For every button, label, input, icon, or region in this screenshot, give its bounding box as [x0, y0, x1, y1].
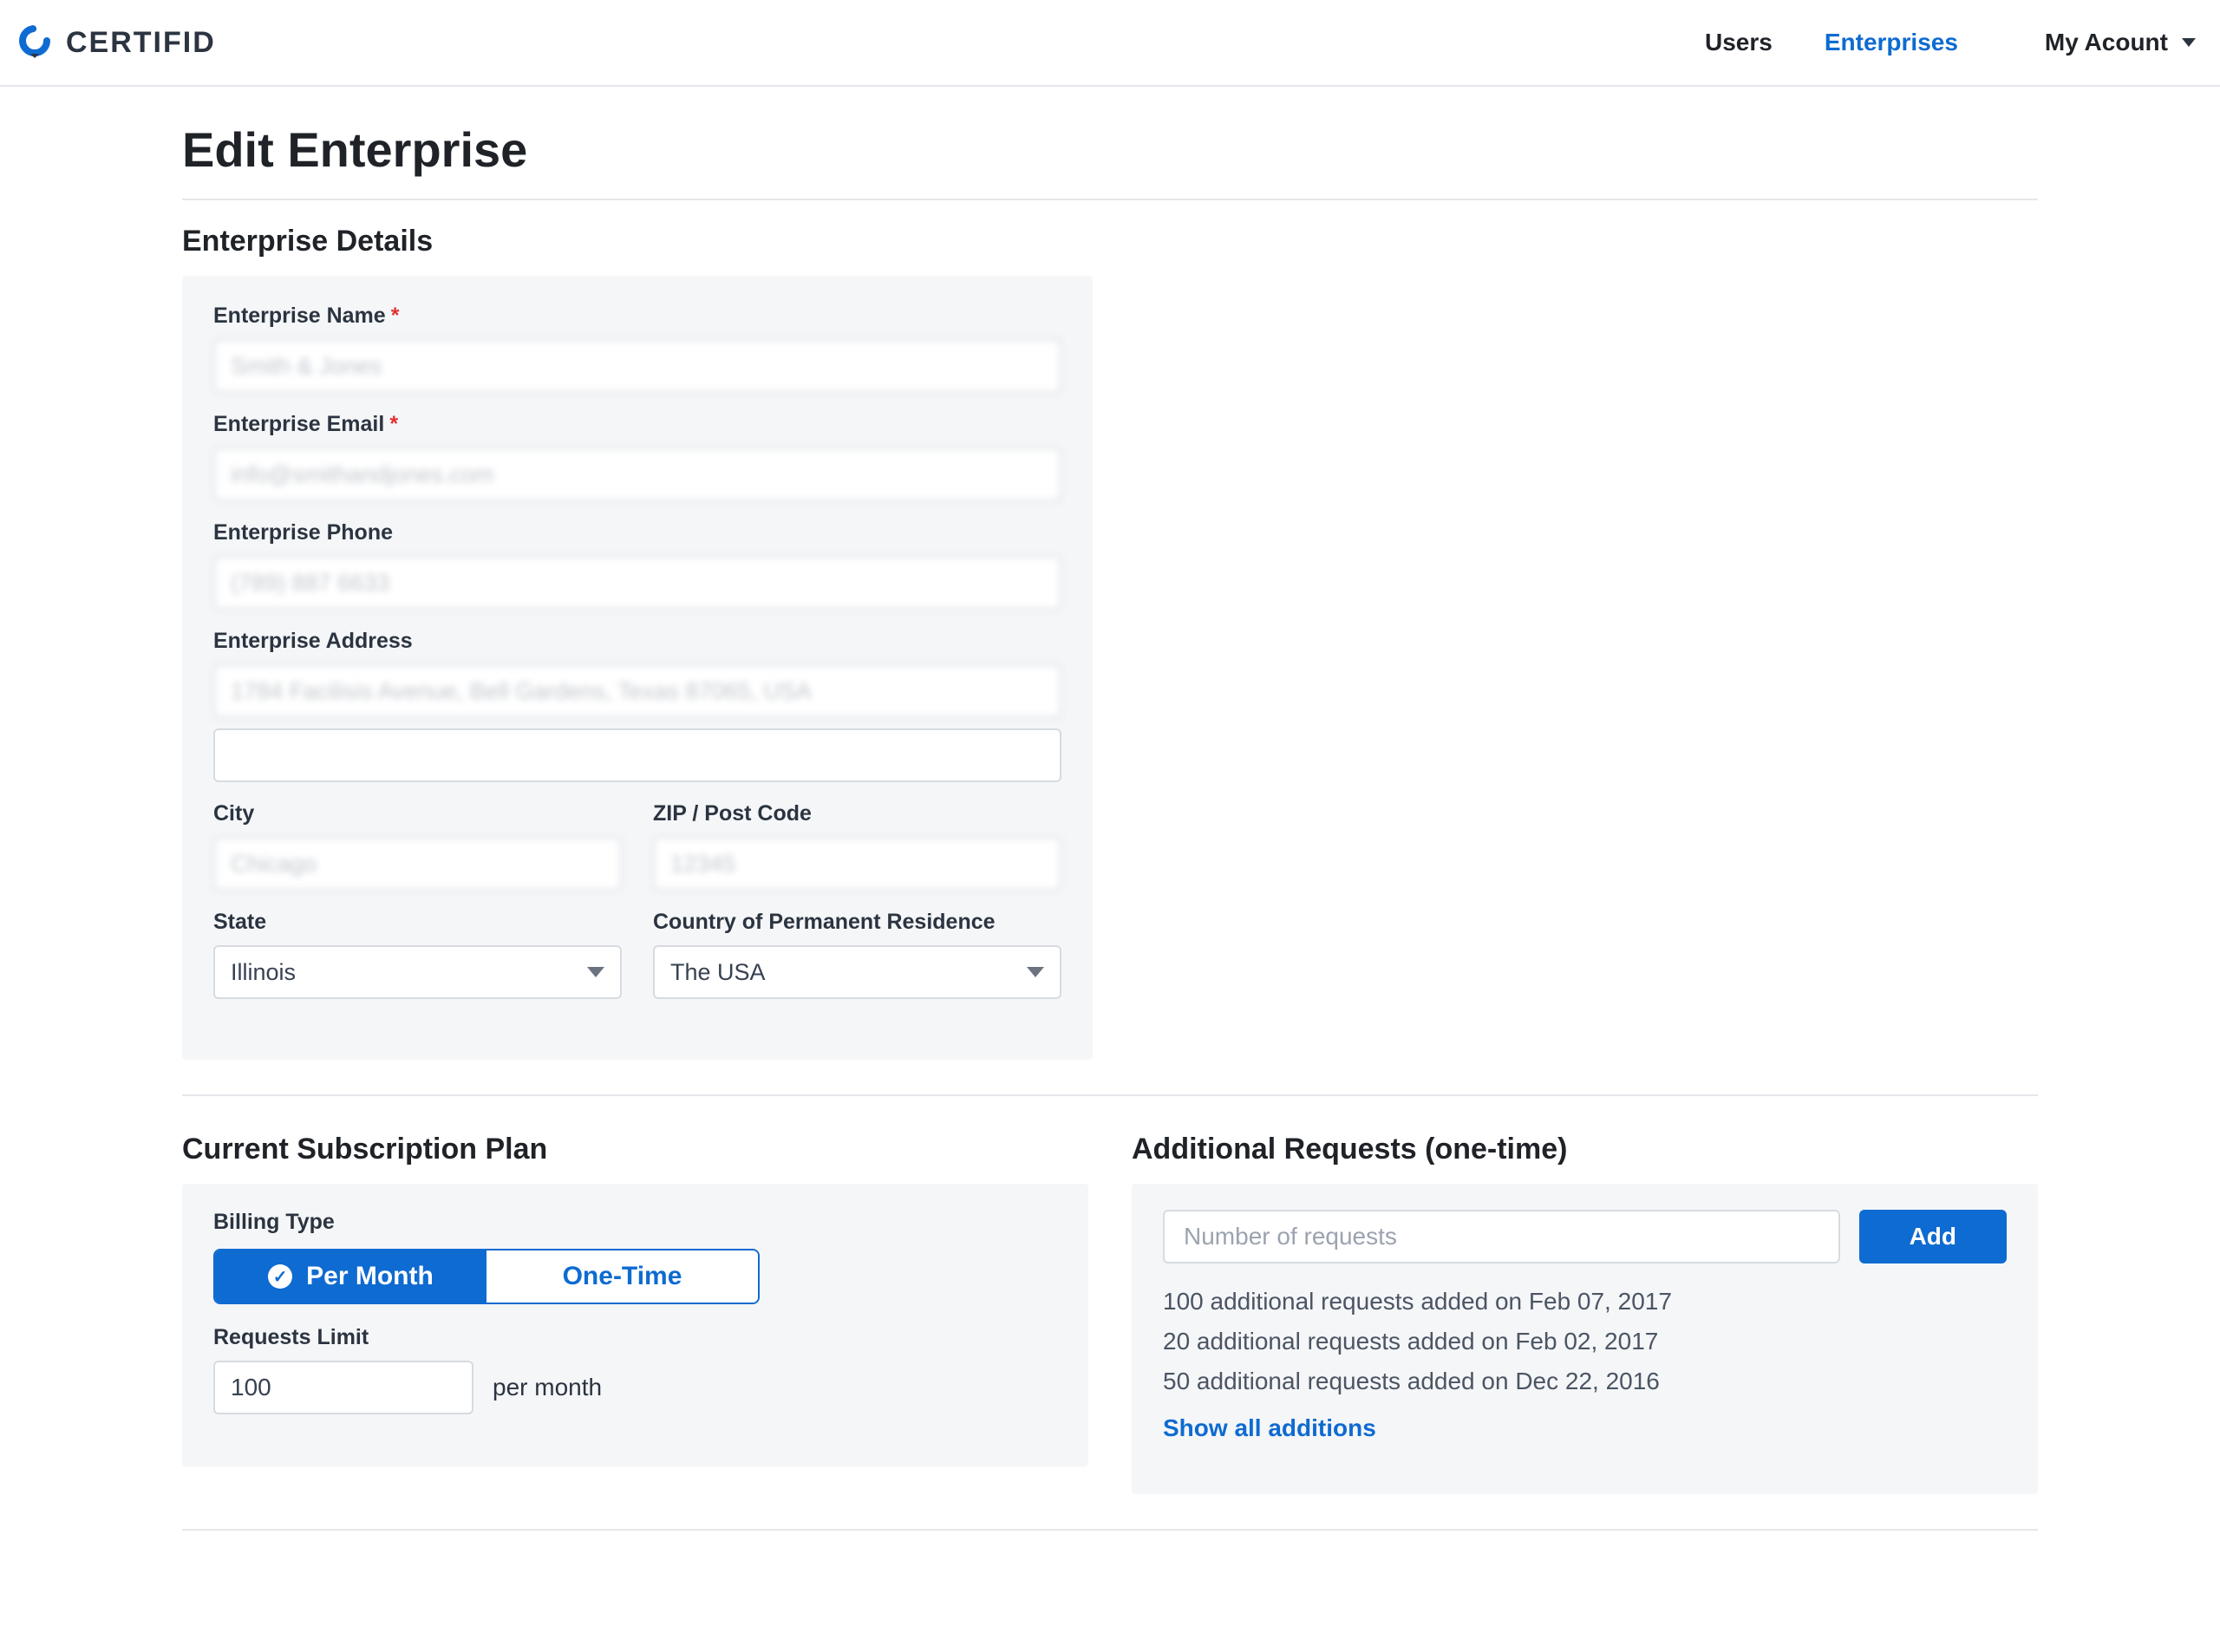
label-country: Country of Permanent Residence	[653, 910, 1061, 935]
city-input[interactable]	[213, 837, 622, 891]
enterprise-address-line1-input[interactable]	[213, 664, 1061, 718]
enterprise-details-panel: Enterprise Name* Enterprise Email* Enter…	[182, 276, 1093, 1060]
label-enterprise-name: Enterprise Name*	[213, 304, 1061, 329]
section-title-details: Enterprise Details	[182, 225, 2038, 258]
country-select[interactable]: The USA	[653, 945, 1061, 999]
enterprise-name-input[interactable]	[213, 339, 1061, 393]
requests-limit-input[interactable]	[213, 1361, 473, 1414]
label-state: State	[213, 910, 622, 935]
toggle-one-time[interactable]: One-Time	[486, 1250, 758, 1303]
check-circle-icon: ✓	[268, 1264, 292, 1289]
brand-mark-icon	[16, 23, 54, 62]
required-asterisk: *	[391, 304, 400, 328]
billing-type-toggle: ✓ Per Month One-Time	[213, 1249, 760, 1304]
history-item: 100 additional requests added on Feb 07,…	[1163, 1288, 2007, 1316]
nav-users[interactable]: Users	[1705, 29, 1773, 56]
additional-panel: Add 100 additional requests added on Feb…	[1132, 1184, 2038, 1494]
account-label: My Acount	[2045, 29, 2168, 56]
subscription-row: Current Subscription Plan Billing Type ✓…	[182, 1120, 2038, 1494]
state-value: Illinois	[231, 959, 296, 986]
toggle-per-month-label: Per Month	[306, 1262, 434, 1291]
history-item: 20 additional requests added on Feb 02, …	[1163, 1328, 2007, 1355]
label-enterprise-name-text: Enterprise Name	[213, 304, 386, 328]
enterprise-phone-input[interactable]	[213, 556, 1061, 610]
label-city: City	[213, 801, 622, 826]
toggle-per-month[interactable]: ✓ Per Month	[215, 1250, 486, 1303]
section-title-subscription: Current Subscription Plan	[182, 1133, 1088, 1166]
label-enterprise-email-text: Enterprise Email	[213, 412, 384, 436]
zip-input[interactable]	[653, 837, 1061, 891]
label-requests-limit: Requests Limit	[213, 1325, 1057, 1350]
country-value: The USA	[670, 959, 766, 986]
show-all-additions-link[interactable]: Show all additions	[1163, 1414, 1376, 1442]
label-enterprise-phone: Enterprise Phone	[213, 520, 1061, 545]
subscription-col: Current Subscription Plan Billing Type ✓…	[182, 1120, 1088, 1466]
section-title-additional: Additional Requests (one-time)	[1132, 1133, 2038, 1166]
label-zip: ZIP / Post Code	[653, 801, 1061, 826]
chevron-down-icon	[1027, 967, 1044, 977]
divider	[182, 1094, 2038, 1096]
account-menu[interactable]: My Acount	[2045, 29, 2196, 56]
chevron-down-icon	[587, 967, 604, 977]
caret-down-icon	[2182, 38, 2196, 47]
brand-logo[interactable]: CERTIFID	[16, 23, 216, 62]
label-enterprise-address: Enterprise Address	[213, 629, 1061, 654]
page-title: Edit Enterprise	[182, 121, 2038, 178]
required-asterisk: *	[389, 412, 398, 436]
topbar: CERTIFID Users Enterprises My Acount	[0, 0, 2220, 87]
page: Edit Enterprise Enterprise Details Enter…	[182, 121, 2038, 1590]
brand-name: CERTIFID	[66, 26, 216, 60]
label-enterprise-email: Enterprise Email*	[213, 412, 1061, 437]
requests-limit-suffix: per month	[493, 1374, 602, 1401]
top-nav: Users Enterprises My Acount	[1705, 29, 2196, 56]
toggle-one-time-label: One-Time	[563, 1262, 682, 1291]
additional-requests-input[interactable]	[1163, 1210, 1840, 1263]
divider	[182, 199, 2038, 200]
enterprise-email-input[interactable]	[213, 447, 1061, 501]
nav-enterprises[interactable]: Enterprises	[1825, 29, 1958, 56]
subscription-panel: Billing Type ✓ Per Month One-Time Reques…	[182, 1184, 1088, 1466]
additional-col: Additional Requests (one-time) Add 100 a…	[1132, 1120, 2038, 1494]
label-billing-type: Billing Type	[213, 1210, 1057, 1235]
history-item: 50 additional requests added on Dec 22, …	[1163, 1368, 2007, 1395]
enterprise-address-line2-input[interactable]	[213, 728, 1061, 782]
state-select[interactable]: Illinois	[213, 945, 622, 999]
add-button[interactable]: Add	[1859, 1210, 2007, 1263]
divider	[182, 1529, 2038, 1531]
